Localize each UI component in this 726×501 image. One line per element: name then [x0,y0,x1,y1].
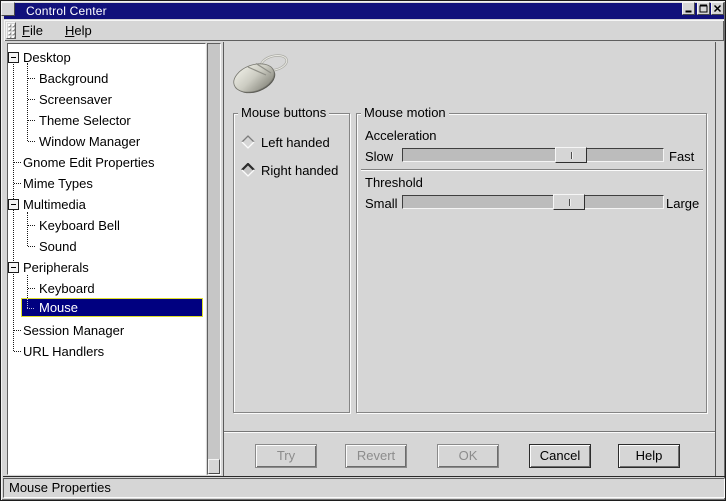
category-tree: Desktop Background Screensaver Theme Sel… [8,44,205,474]
tree-scrollbar[interactable] [207,43,221,475]
tree-item-session-manager[interactable]: Session Manager [8,320,203,341]
mouse-buttons-frame: Mouse buttons Left handed Right handed [233,113,350,413]
try-button[interactable]: Try [255,444,317,468]
mouse-motion-frame: Mouse motion Acceleration Slow Fast Thre… [356,113,707,413]
tree-item-peripherals[interactable]: Peripherals [8,257,203,278]
radio-selected-icon [241,163,255,177]
statusbar-text: Mouse Properties [9,480,111,495]
large-label: Large [666,196,699,211]
tree-item-gnome-edit-properties[interactable]: Gnome Edit Properties [8,152,203,173]
fast-label: Fast [669,149,694,164]
slow-label: Slow [365,149,393,164]
acceleration-slider-handle[interactable] [555,147,587,163]
window-title: Control Center [26,4,107,18]
radio-unselected-icon [241,135,255,149]
tree-item-mouse-selected[interactable]: Mouse [21,298,203,317]
menu-help[interactable]: Help [61,21,96,40]
control-center-window: Control Center File Help [0,0,726,501]
maximize-button[interactable] [697,2,710,15]
menubar-drag-handle[interactable] [6,22,16,39]
minimize-button[interactable] [682,2,695,15]
tree-connector [27,308,34,309]
ok-button[interactable]: OK [437,444,499,468]
menubar: File Help [4,20,724,41]
tree-item-theme-selector[interactable]: Theme Selector [8,110,203,131]
separator [224,431,715,433]
menu-file[interactable]: File [18,21,47,40]
acceleration-slider[interactable] [402,148,664,162]
threshold-label: Threshold [365,175,423,190]
threshold-slider-handle[interactable] [553,194,585,210]
tree-connector [27,299,28,308]
tree-item-window-manager[interactable]: Window Manager [8,131,203,152]
radio-left-handed[interactable]: Left handed [241,134,330,150]
mouse-settings-panel: Mouse buttons Left handed Right handed [223,42,716,477]
tree-item-mime-types[interactable]: Mime Types [8,173,203,194]
maximize-icon [699,4,708,13]
window-menu-icon[interactable] [1,2,15,16]
revert-button[interactable]: Revert [345,444,407,468]
divider [3,476,725,477]
titlebar[interactable]: Control Center [4,3,724,19]
tree-item-keyboard[interactable]: Keyboard [8,278,203,299]
tree-item-keyboard-bell[interactable]: Keyboard Bell [8,215,203,236]
radio-right-handed[interactable]: Right handed [241,162,338,178]
tree-item-multimedia[interactable]: Multimedia [8,194,203,215]
cancel-button[interactable]: Cancel [529,444,591,468]
threshold-slider[interactable] [402,195,664,209]
separator [361,169,703,171]
frame-title: Mouse motion [361,105,449,121]
statusbar: Mouse Properties [3,478,725,498]
acceleration-label: Acceleration [365,128,437,143]
tree-scrollbar-thumb[interactable] [208,459,220,474]
frame-title: Mouse buttons [238,105,329,121]
help-button[interactable]: Help [618,444,680,468]
tree-item-url-handlers[interactable]: URL Handlers [8,341,203,362]
category-tree-panel: Desktop Background Screensaver Theme Sel… [7,43,206,475]
close-icon [713,4,722,13]
tree-item-sound[interactable]: Sound [8,236,203,257]
mouse-illustration [232,50,296,98]
tree-item-background[interactable]: Background [8,68,203,89]
tree-item-desktop[interactable]: Desktop [8,47,203,68]
close-button[interactable] [711,2,724,15]
small-label: Small [365,196,398,211]
tree-item-screensaver[interactable]: Screensaver [8,89,203,110]
minimize-icon [684,4,693,13]
